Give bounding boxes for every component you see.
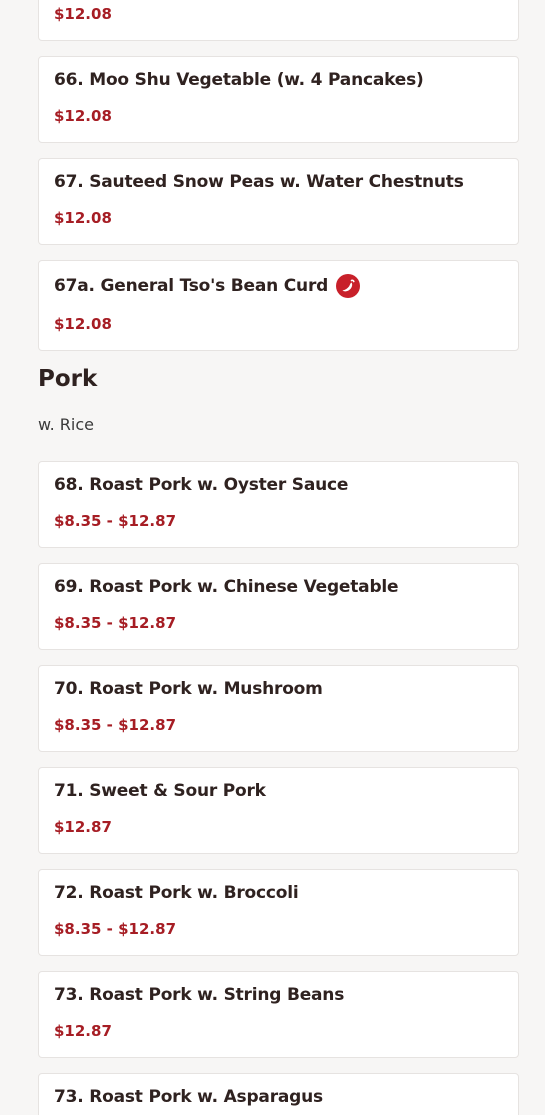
- menu-item-card[interactable]: 72. Roast Pork w. Broccoli $8.35 - $12.8…: [38, 869, 519, 956]
- section-title: Pork: [38, 366, 98, 392]
- item-name: 70. Roast Pork w. Mushroom: [54, 679, 323, 699]
- item-name: 72. Roast Pork w. Broccoli: [54, 883, 299, 903]
- item-price: $12.08: [54, 209, 112, 227]
- menu-item-card[interactable]: 67a. General Tso's Bean Curd $12.08: [38, 260, 519, 351]
- item-price: $8.35 - $12.87: [54, 920, 176, 938]
- item-price: $12.08: [54, 315, 112, 333]
- item-name: 66. Moo Shu Vegetable (w. 4 Pancakes): [54, 70, 424, 90]
- menu-item-card[interactable]: 68. Roast Pork w. Oyster Sauce $8.35 - $…: [38, 461, 519, 548]
- menu-page: $12.08 66. Moo Shu Vegetable (w. 4 Panca…: [0, 0, 545, 1115]
- menu-item-card[interactable]: 73. Roast Pork w. Asparagus: [38, 1073, 519, 1115]
- item-name: 69. Roast Pork w. Chinese Vegetable: [54, 577, 399, 597]
- section-note: w. Rice: [38, 415, 94, 434]
- item-name: 67a. General Tso's Bean Curd: [54, 276, 329, 296]
- item-price: $8.35 - $12.87: [54, 512, 176, 530]
- item-price: $8.35 - $12.87: [54, 614, 176, 632]
- menu-item-card[interactable]: $12.08: [38, 0, 519, 41]
- item-price: $12.87: [54, 1022, 112, 1040]
- spicy-pepper-icon: [336, 274, 361, 298]
- menu-item-card[interactable]: 69. Roast Pork w. Chinese Vegetable $8.3…: [38, 563, 519, 650]
- item-price: $12.87: [54, 818, 112, 836]
- item-name: 73. Roast Pork w. String Beans: [54, 985, 345, 1005]
- menu-item-card[interactable]: 67. Sauteed Snow Peas w. Water Chestnuts…: [38, 158, 519, 245]
- item-name: 73. Roast Pork w. Asparagus: [54, 1087, 323, 1107]
- item-name: 71. Sweet & Sour Pork: [54, 781, 266, 801]
- item-price: $8.35 - $12.87: [54, 716, 176, 734]
- item-price: $12.08: [54, 107, 112, 125]
- menu-item-card[interactable]: 70. Roast Pork w. Mushroom $8.35 - $12.8…: [38, 665, 519, 752]
- menu-item-card[interactable]: 66. Moo Shu Vegetable (w. 4 Pancakes) $1…: [38, 56, 519, 143]
- item-name: 68. Roast Pork w. Oyster Sauce: [54, 475, 349, 495]
- item-name: 67. Sauteed Snow Peas w. Water Chestnuts: [54, 172, 464, 192]
- item-price: $12.08: [54, 5, 112, 23]
- menu-item-card[interactable]: 71. Sweet & Sour Pork $12.87: [38, 767, 519, 854]
- menu-item-card[interactable]: 73. Roast Pork w. String Beans $12.87: [38, 971, 519, 1058]
- item-name-row: 67a. General Tso's Bean Curd: [54, 274, 361, 298]
